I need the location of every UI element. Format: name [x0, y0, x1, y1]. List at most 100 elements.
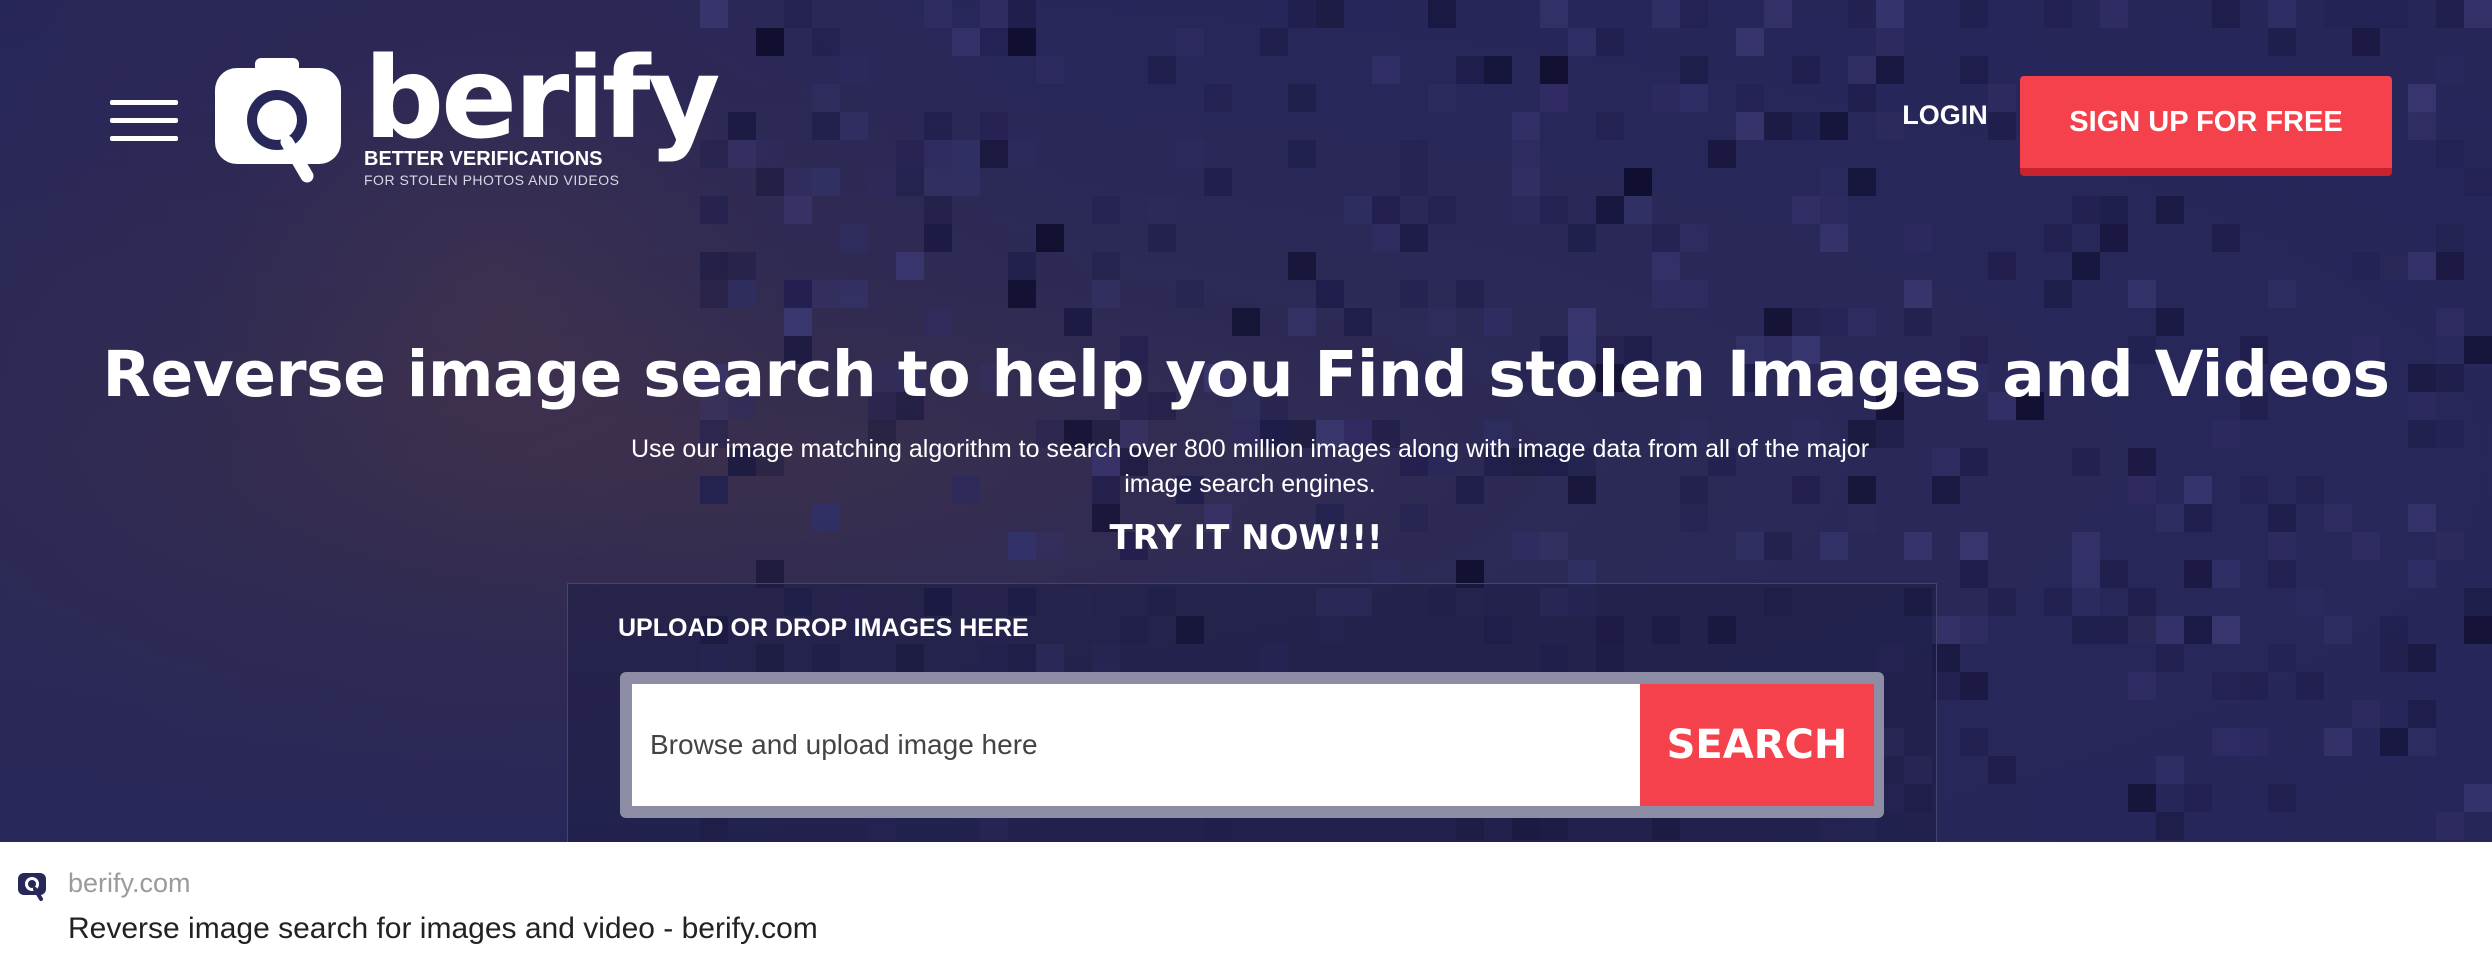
pixel-tile — [2408, 700, 2436, 728]
pixel-tile — [1960, 448, 1988, 476]
pixel-tile — [952, 140, 980, 168]
result-title[interactable]: Reverse image search for images and vide… — [68, 912, 818, 946]
pixel-tile — [924, 112, 952, 140]
pixel-tile — [1036, 56, 1064, 84]
pixel-tile — [2296, 672, 2324, 700]
pixel-tile — [700, 280, 728, 308]
result-domain[interactable]: berify.com — [68, 868, 191, 899]
pixel-tile — [1652, 0, 1680, 28]
pixel-tile — [840, 224, 868, 252]
pixel-tile — [1288, 252, 1316, 280]
pixel-tile — [1988, 252, 2016, 280]
pixel-tile — [1288, 0, 1316, 28]
pixel-tile — [2156, 196, 2184, 224]
pixel-tile — [2464, 784, 2492, 812]
pixel-tile — [2100, 560, 2128, 588]
image-upload-input[interactable]: Browse and upload image here — [632, 684, 1640, 806]
pixel-tile — [1204, 168, 1232, 196]
pixel-tile — [1176, 140, 1204, 168]
pixel-tile — [1400, 140, 1428, 168]
pixel-tile — [1988, 588, 2016, 616]
pixel-tile — [2408, 420, 2436, 448]
pixel-tile — [2212, 224, 2240, 252]
hero-subtext: Use our image matching algorithm to sear… — [630, 435, 1870, 498]
pixel-tile — [2184, 616, 2212, 644]
pixel-tile — [1708, 140, 1736, 168]
pixel-tile — [1372, 224, 1400, 252]
pixel-tile — [2380, 252, 2408, 280]
pixel-tile — [1960, 0, 1988, 28]
berify-logo[interactable]: berify BETTER VERIFICATIONS FOR STOLEN P… — [212, 34, 720, 198]
pixel-tile — [2072, 560, 2100, 588]
pixel-tile — [1428, 308, 1456, 336]
pixel-tile — [1820, 168, 1848, 196]
pixel-tile — [728, 112, 756, 140]
pixel-tile — [2100, 224, 2128, 252]
pixel-tile — [2212, 616, 2240, 644]
pixel-tile — [1428, 196, 1456, 224]
pixel-tile — [1960, 728, 1988, 756]
pixel-tile — [2352, 28, 2380, 56]
search-result-snippet: berify.com Reverse image search for imag… — [0, 842, 2492, 966]
pixel-tile — [1932, 476, 1960, 504]
search-button[interactable]: SEARCH — [1640, 684, 1874, 806]
logo-wordmark: berify — [364, 34, 720, 164]
pixel-tile — [2212, 420, 2240, 448]
pixel-tile — [924, 224, 952, 252]
pixel-tile — [1232, 308, 1260, 336]
pixel-tile — [1820, 196, 1848, 224]
pixel-tile — [840, 280, 868, 308]
pixel-tile — [2408, 644, 2436, 672]
pixel-tile — [2296, 588, 2324, 616]
pixel-tile — [1736, 112, 1764, 140]
pixel-tile — [1736, 28, 1764, 56]
pixel-tile — [924, 168, 952, 196]
pixel-tile — [896, 168, 924, 196]
pixel-tile — [2464, 588, 2492, 616]
pixel-tile — [1092, 252, 1120, 280]
pixel-tile — [1540, 196, 1568, 224]
pixel-tile — [1456, 56, 1484, 84]
pixel-tile — [1568, 28, 1596, 56]
pixel-tile — [1932, 448, 1960, 476]
pixel-tile — [2268, 28, 2296, 56]
pixel-tile — [2128, 672, 2156, 700]
pixel-tile — [2268, 560, 2296, 588]
pixel-tile — [1876, 0, 1904, 28]
pixel-tile — [980, 112, 1008, 140]
pixel-tile — [2380, 644, 2408, 672]
pixel-tile — [784, 196, 812, 224]
signup-button[interactable]: SIGN UP FOR FREE — [2020, 76, 2392, 176]
pixel-tile — [1680, 224, 1708, 252]
pixel-tile — [980, 0, 1008, 28]
hamburger-menu-icon[interactable] — [110, 100, 180, 142]
pixel-tile — [2240, 476, 2268, 504]
pixel-tile — [2184, 560, 2212, 588]
pixel-tile — [2324, 728, 2352, 756]
pixel-tile — [1428, 0, 1456, 28]
pixel-tile — [1680, 56, 1708, 84]
pixel-tile — [1008, 28, 1036, 56]
pixel-tile — [1512, 196, 1540, 224]
pixel-tile — [2156, 308, 2184, 336]
pixel-tile — [868, 168, 896, 196]
pixel-tile — [2268, 644, 2296, 672]
login-link[interactable]: LOGIN — [1890, 95, 2000, 135]
pixel-tile — [1540, 0, 1568, 28]
pixel-tile — [2436, 420, 2464, 448]
pixel-tile — [2408, 728, 2436, 756]
pixel-tile — [2324, 0, 2352, 28]
pixel-tile — [1344, 308, 1372, 336]
pixel-tile — [1792, 56, 1820, 84]
pixel-tile — [1148, 196, 1176, 224]
upload-panel[interactable]: UPLOAD OR DROP IMAGES HERE Browse and up… — [567, 583, 1937, 842]
pixel-tile — [2296, 476, 2324, 504]
pixel-tile — [2100, 196, 2128, 224]
pixel-tile — [2100, 616, 2128, 644]
pixel-tile — [2072, 616, 2100, 644]
pixel-tile — [1848, 0, 1876, 28]
pixel-tile — [1372, 196, 1400, 224]
pixel-tile — [2184, 784, 2212, 812]
pixel-tile — [1148, 56, 1176, 84]
pixel-tile — [1764, 112, 1792, 140]
